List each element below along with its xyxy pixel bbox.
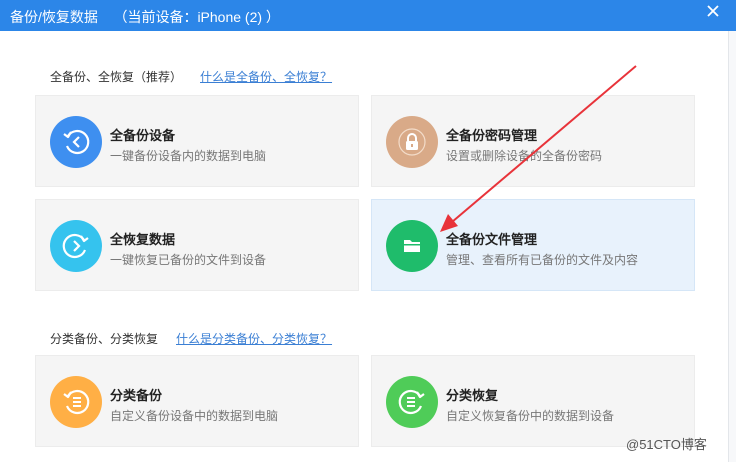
section-category-title: 分类备份、分类恢复 xyxy=(50,332,159,346)
card-desc: 自定义恢复备份中的数据到设备 xyxy=(446,409,615,423)
full-backup-device-card[interactable]: 全备份设备 一键备份设备内的数据到电脑 xyxy=(35,95,359,187)
full-restore-card[interactable]: 全恢复数据 一键恢复已备份的文件到设备 xyxy=(35,199,359,291)
watermark: @51CTO博客 xyxy=(626,437,707,452)
title-bar: 备份/恢复数据 （当前设备：iPhone (2) ） xyxy=(0,0,736,31)
category-restore-icon xyxy=(386,376,438,428)
full-backup-help-link[interactable]: 什么是全备份、全恢复？ xyxy=(200,68,332,85)
card-desc: 一键恢复已备份的文件到设备 xyxy=(110,253,267,267)
category-backup-icon xyxy=(50,376,102,428)
close-button[interactable] xyxy=(698,0,728,22)
card-title: 分类恢复 xyxy=(446,388,499,403)
card-desc: 一键备份设备内的数据到电脑 xyxy=(110,149,267,163)
section-full-title: 全备份、全恢复（推荐） xyxy=(50,70,183,84)
window-title: 备份/恢复数据 （当前设备：iPhone (2) ） xyxy=(10,9,280,25)
card-desc: 设置或删除设备的全备份密码 xyxy=(446,149,603,163)
full-backup-password-card[interactable]: 全备份密码管理 设置或删除设备的全备份密码 xyxy=(371,95,695,187)
restore-clock-icon xyxy=(50,220,102,272)
card-desc: 自定义备份设备中的数据到电脑 xyxy=(110,409,279,423)
close-icon xyxy=(707,5,719,17)
card-desc: 管理、查看所有已备份的文件及内容 xyxy=(446,253,639,267)
category-backup-card[interactable]: 分类备份 自定义备份设备中的数据到电脑 xyxy=(35,355,359,447)
card-title: 全备份密码管理 xyxy=(446,128,538,143)
window-edge xyxy=(728,31,736,462)
section-full-header: 全备份、全恢复（推荐） 什么是全备份、全恢复？ xyxy=(50,68,332,85)
card-title: 全备份设备 xyxy=(110,128,176,143)
section-category-header: 分类备份、分类恢复 什么是分类备份、分类恢复？ xyxy=(50,330,332,347)
card-title: 分类备份 xyxy=(110,388,163,403)
card-title: 全备份文件管理 xyxy=(446,232,538,247)
backup-clock-icon xyxy=(50,116,102,168)
lock-icon xyxy=(386,116,438,168)
card-title: 全恢复数据 xyxy=(110,232,176,247)
full-backup-file-manager-card[interactable]: 全备份文件管理 管理、查看所有已备份的文件及内容 xyxy=(371,199,695,291)
category-backup-help-link[interactable]: 什么是分类备份、分类恢复？ xyxy=(176,330,332,347)
folder-icon xyxy=(386,220,438,272)
